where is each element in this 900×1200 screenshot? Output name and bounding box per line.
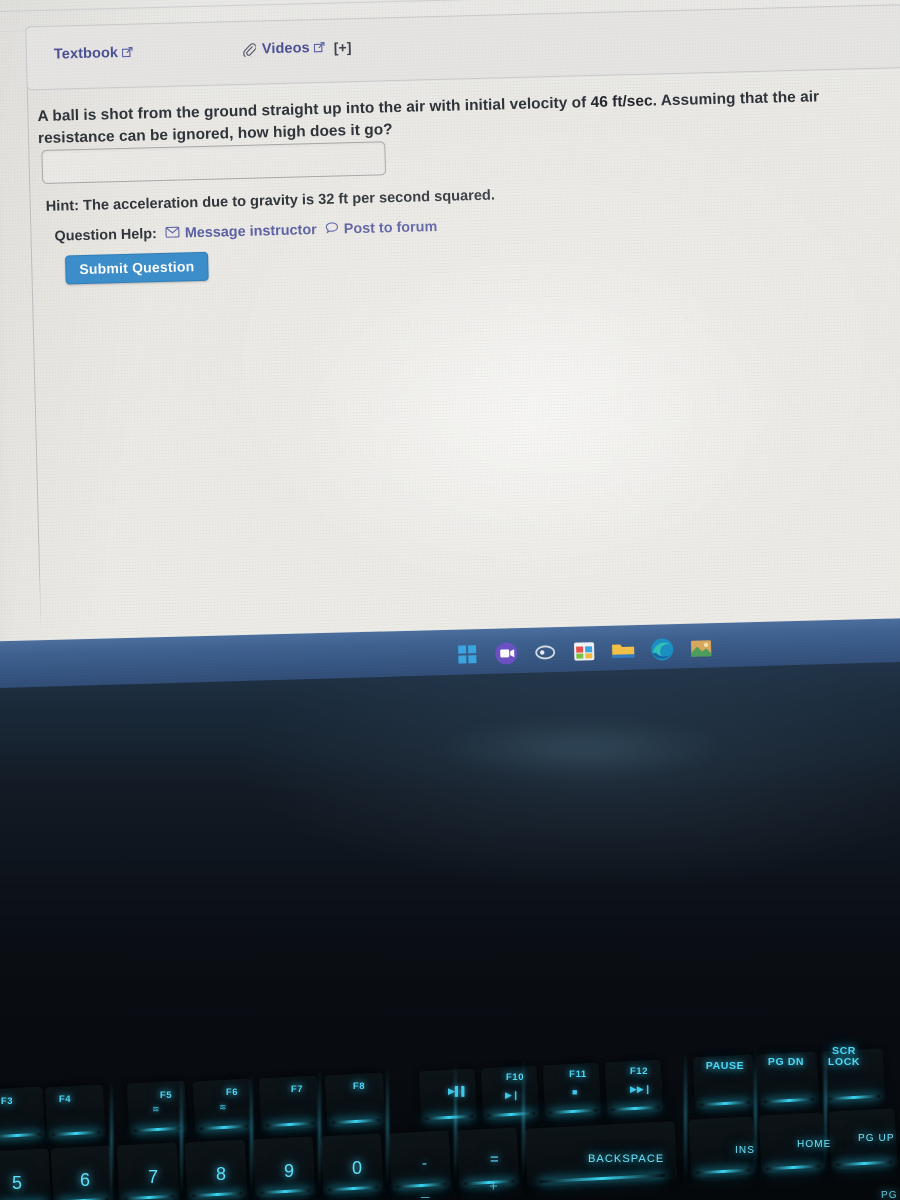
windows-start-icon[interactable] [454,641,481,668]
key-8[interactable] [184,1139,248,1200]
key-f11[interactable] [542,1062,602,1118]
key-equals[interactable] [456,1127,520,1189]
key-f10[interactable] [480,1065,540,1121]
paperclip-icon [242,43,257,59]
question-help-row: Question Help: Message instructor Post t… [54,219,437,245]
key-f8[interactable] [324,1072,386,1128]
key-minus[interactable] [388,1130,452,1192]
key-f6[interactable] [192,1078,254,1134]
textbook-link[interactable]: Textbook [54,45,134,63]
key-5[interactable] [0,1148,52,1200]
laptop-display: Textbook Videos [+] A ball is shot from … [0,0,900,720]
key-f7[interactable] [258,1075,320,1131]
mouse-settings-icon[interactable] [532,639,559,666]
submit-question-button[interactable]: Submit Question [65,251,209,285]
question-velocity-value: 46 ft/sec [590,92,653,112]
key-ins[interactable] [688,1116,756,1178]
videos-link[interactable]: Videos [+] [242,39,352,59]
envelope-icon [165,226,180,242]
photos-icon[interactable] [688,635,715,662]
external-link-icon [313,40,325,52]
key-0[interactable] [320,1133,384,1195]
key-label-pg-partial: PG [881,1190,898,1200]
post-to-forum-link[interactable]: Post to forum [326,219,438,238]
videos-link-label: Videos [261,40,310,58]
key-backspace[interactable] [524,1121,678,1187]
external-link-icon [122,45,133,57]
answer-input[interactable] [41,141,387,184]
post-to-forum-label: Post to forum [343,219,438,238]
teams-icon[interactable] [493,640,520,667]
laptop-screen-photo: Textbook Videos [+] A ball is shot from … [0,0,900,1200]
key-9[interactable] [252,1136,316,1198]
key-f9[interactable] [418,1068,478,1124]
question-text-before: A ball is shot from the ground straight … [37,94,591,126]
key-f12[interactable] [604,1059,664,1115]
key-pg-up[interactable] [828,1108,898,1170]
screen-glare-center [268,249,797,593]
message-instructor-link[interactable]: Message instructor [165,222,317,242]
key-f4[interactable] [44,1084,106,1140]
resources-panel: Textbook Videos [+] [25,4,900,91]
key-home[interactable] [758,1112,826,1174]
expand-videos-toggle[interactable]: [+] [334,39,352,55]
key-7[interactable] [116,1142,180,1200]
key-f5[interactable] [126,1080,188,1136]
backlit-keyboard: F3 F4 F5 F6 F7 F8 F10 F11 F12 PAUSE PG D… [0,1010,900,1200]
hint-text: Hint: The acceleration due to gravity is… [45,187,496,215]
key-pg-dn[interactable] [756,1051,820,1107]
key-pause[interactable] [692,1054,756,1110]
question-text: A ball is shot from the ground straight … [37,85,868,150]
textbook-link-label: Textbook [53,45,119,63]
message-instructor-label: Message instructor [184,222,317,242]
question-help-label: Question Help: [54,226,158,245]
microsoft-store-icon[interactable] [571,638,598,665]
key-scr-lock[interactable] [820,1048,886,1104]
speech-bubble-icon [326,222,339,238]
file-explorer-icon[interactable] [610,637,637,664]
key-f3[interactable] [0,1086,46,1142]
key-6[interactable] [50,1145,114,1200]
edge-icon[interactable] [649,636,676,663]
